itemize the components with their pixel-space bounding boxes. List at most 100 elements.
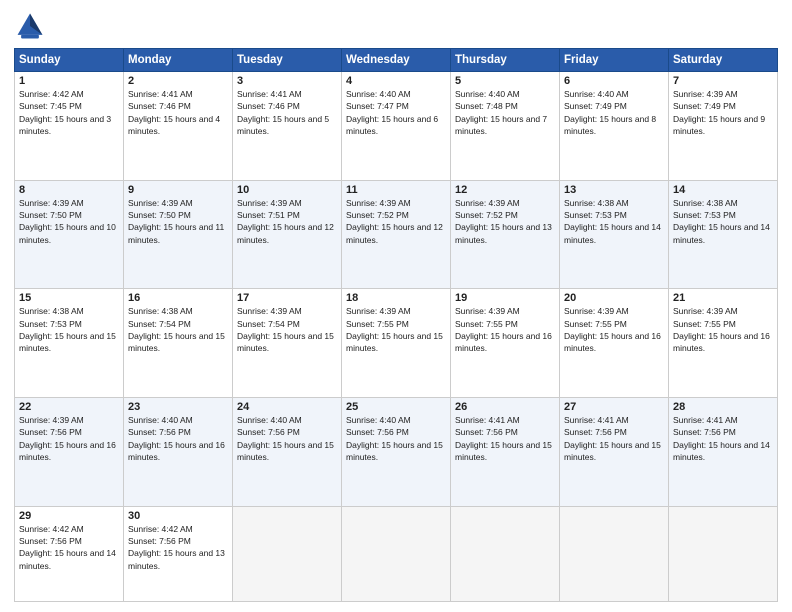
calendar-header-row: SundayMondayTuesdayWednesdayThursdayFrid… [15, 49, 778, 72]
calendar-week-row: 22Sunrise: 4:39 AMSunset: 7:56 PMDayligh… [15, 397, 778, 506]
calendar-cell: 16Sunrise: 4:38 AMSunset: 7:54 PMDayligh… [124, 289, 233, 398]
calendar-week-row: 15Sunrise: 4:38 AMSunset: 7:53 PMDayligh… [15, 289, 778, 398]
calendar-cell: 14Sunrise: 4:38 AMSunset: 7:53 PMDayligh… [669, 180, 778, 289]
day-number: 15 [19, 292, 119, 304]
calendar-cell: 9Sunrise: 4:39 AMSunset: 7:50 PMDaylight… [124, 180, 233, 289]
calendar-cell: 24Sunrise: 4:40 AMSunset: 7:56 PMDayligh… [233, 397, 342, 506]
day-info: Sunrise: 4:39 AMSunset: 7:55 PMDaylight:… [673, 305, 773, 354]
day-info: Sunrise: 4:40 AMSunset: 7:47 PMDaylight:… [346, 88, 446, 137]
calendar-cell: 11Sunrise: 4:39 AMSunset: 7:52 PMDayligh… [342, 180, 451, 289]
calendar-cell: 25Sunrise: 4:40 AMSunset: 7:56 PMDayligh… [342, 397, 451, 506]
day-info: Sunrise: 4:39 AMSunset: 7:49 PMDaylight:… [673, 88, 773, 137]
day-number: 14 [673, 184, 773, 196]
calendar-week-row: 1Sunrise: 4:42 AMSunset: 7:45 PMDaylight… [15, 72, 778, 181]
calendar-day-header: Wednesday [342, 49, 451, 72]
page: SundayMondayTuesdayWednesdayThursdayFrid… [0, 0, 792, 612]
day-number: 7 [673, 75, 773, 87]
calendar-cell [560, 506, 669, 601]
calendar-table: SundayMondayTuesdayWednesdayThursdayFrid… [14, 48, 778, 602]
day-number: 4 [346, 75, 446, 87]
day-number: 11 [346, 184, 446, 196]
calendar-day-header: Sunday [15, 49, 124, 72]
calendar-cell: 18Sunrise: 4:39 AMSunset: 7:55 PMDayligh… [342, 289, 451, 398]
calendar-cell: 15Sunrise: 4:38 AMSunset: 7:53 PMDayligh… [15, 289, 124, 398]
day-info: Sunrise: 4:38 AMSunset: 7:53 PMDaylight:… [673, 197, 773, 246]
day-number: 27 [564, 401, 664, 413]
day-info: Sunrise: 4:40 AMSunset: 7:48 PMDaylight:… [455, 88, 555, 137]
calendar-cell: 30Sunrise: 4:42 AMSunset: 7:56 PMDayligh… [124, 506, 233, 601]
calendar-cell: 12Sunrise: 4:39 AMSunset: 7:52 PMDayligh… [451, 180, 560, 289]
calendar-day-header: Tuesday [233, 49, 342, 72]
calendar-cell: 4Sunrise: 4:40 AMSunset: 7:47 PMDaylight… [342, 72, 451, 181]
calendar-day-header: Friday [560, 49, 669, 72]
day-info: Sunrise: 4:42 AMSunset: 7:56 PMDaylight:… [128, 523, 228, 572]
day-number: 12 [455, 184, 555, 196]
calendar-cell: 3Sunrise: 4:41 AMSunset: 7:46 PMDaylight… [233, 72, 342, 181]
day-info: Sunrise: 4:40 AMSunset: 7:56 PMDaylight:… [346, 414, 446, 463]
calendar-cell [342, 506, 451, 601]
day-number: 2 [128, 75, 228, 87]
calendar-day-header: Saturday [669, 49, 778, 72]
calendar-cell: 22Sunrise: 4:39 AMSunset: 7:56 PMDayligh… [15, 397, 124, 506]
logo [14, 10, 50, 42]
day-number: 18 [346, 292, 446, 304]
day-info: Sunrise: 4:39 AMSunset: 7:55 PMDaylight:… [346, 305, 446, 354]
day-number: 9 [128, 184, 228, 196]
day-info: Sunrise: 4:41 AMSunset: 7:46 PMDaylight:… [237, 88, 337, 137]
calendar-cell: 29Sunrise: 4:42 AMSunset: 7:56 PMDayligh… [15, 506, 124, 601]
day-number: 25 [346, 401, 446, 413]
day-info: Sunrise: 4:39 AMSunset: 7:50 PMDaylight:… [128, 197, 228, 246]
day-info: Sunrise: 4:41 AMSunset: 7:56 PMDaylight:… [673, 414, 773, 463]
day-number: 26 [455, 401, 555, 413]
calendar-cell: 2Sunrise: 4:41 AMSunset: 7:46 PMDaylight… [124, 72, 233, 181]
day-info: Sunrise: 4:40 AMSunset: 7:49 PMDaylight:… [564, 88, 664, 137]
day-info: Sunrise: 4:39 AMSunset: 7:54 PMDaylight:… [237, 305, 337, 354]
calendar-cell [451, 506, 560, 601]
day-number: 23 [128, 401, 228, 413]
calendar-cell: 23Sunrise: 4:40 AMSunset: 7:56 PMDayligh… [124, 397, 233, 506]
day-info: Sunrise: 4:40 AMSunset: 7:56 PMDaylight:… [237, 414, 337, 463]
day-info: Sunrise: 4:39 AMSunset: 7:51 PMDaylight:… [237, 197, 337, 246]
day-number: 8 [19, 184, 119, 196]
calendar-cell: 20Sunrise: 4:39 AMSunset: 7:55 PMDayligh… [560, 289, 669, 398]
day-number: 5 [455, 75, 555, 87]
day-info: Sunrise: 4:38 AMSunset: 7:53 PMDaylight:… [564, 197, 664, 246]
calendar-cell [669, 506, 778, 601]
day-info: Sunrise: 4:40 AMSunset: 7:56 PMDaylight:… [128, 414, 228, 463]
day-number: 13 [564, 184, 664, 196]
logo-icon [14, 10, 46, 42]
calendar-week-row: 8Sunrise: 4:39 AMSunset: 7:50 PMDaylight… [15, 180, 778, 289]
day-info: Sunrise: 4:41 AMSunset: 7:46 PMDaylight:… [128, 88, 228, 137]
day-info: Sunrise: 4:39 AMSunset: 7:52 PMDaylight:… [346, 197, 446, 246]
day-number: 19 [455, 292, 555, 304]
calendar-day-header: Thursday [451, 49, 560, 72]
day-number: 24 [237, 401, 337, 413]
calendar-cell: 1Sunrise: 4:42 AMSunset: 7:45 PMDaylight… [15, 72, 124, 181]
day-info: Sunrise: 4:38 AMSunset: 7:53 PMDaylight:… [19, 305, 119, 354]
calendar-cell: 28Sunrise: 4:41 AMSunset: 7:56 PMDayligh… [669, 397, 778, 506]
day-info: Sunrise: 4:39 AMSunset: 7:56 PMDaylight:… [19, 414, 119, 463]
day-info: Sunrise: 4:42 AMSunset: 7:45 PMDaylight:… [19, 88, 119, 137]
day-info: Sunrise: 4:39 AMSunset: 7:50 PMDaylight:… [19, 197, 119, 246]
day-number: 21 [673, 292, 773, 304]
day-number: 22 [19, 401, 119, 413]
day-number: 17 [237, 292, 337, 304]
calendar-day-header: Monday [124, 49, 233, 72]
day-number: 1 [19, 75, 119, 87]
calendar-cell: 5Sunrise: 4:40 AMSunset: 7:48 PMDaylight… [451, 72, 560, 181]
day-number: 30 [128, 510, 228, 522]
calendar-cell: 8Sunrise: 4:39 AMSunset: 7:50 PMDaylight… [15, 180, 124, 289]
day-number: 29 [19, 510, 119, 522]
day-number: 20 [564, 292, 664, 304]
day-info: Sunrise: 4:41 AMSunset: 7:56 PMDaylight:… [455, 414, 555, 463]
calendar-cell [233, 506, 342, 601]
calendar-cell: 21Sunrise: 4:39 AMSunset: 7:55 PMDayligh… [669, 289, 778, 398]
day-number: 16 [128, 292, 228, 304]
calendar-cell: 10Sunrise: 4:39 AMSunset: 7:51 PMDayligh… [233, 180, 342, 289]
calendar-cell: 7Sunrise: 4:39 AMSunset: 7:49 PMDaylight… [669, 72, 778, 181]
calendar-cell: 26Sunrise: 4:41 AMSunset: 7:56 PMDayligh… [451, 397, 560, 506]
day-number: 3 [237, 75, 337, 87]
header [14, 10, 778, 42]
day-info: Sunrise: 4:39 AMSunset: 7:55 PMDaylight:… [564, 305, 664, 354]
day-info: Sunrise: 4:38 AMSunset: 7:54 PMDaylight:… [128, 305, 228, 354]
